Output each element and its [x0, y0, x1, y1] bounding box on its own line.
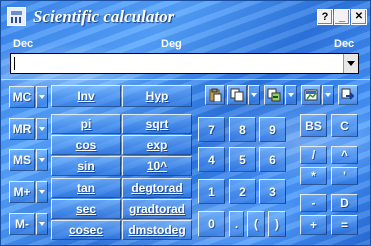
history-icon	[267, 88, 281, 102]
hyperbolic-button[interactable]: Hyp	[122, 85, 192, 107]
digit-7-button[interactable]: 7	[198, 117, 225, 142]
memory-add-button[interactable]: M+	[9, 181, 35, 203]
digit-9-button[interactable]: 9	[259, 117, 286, 142]
multiply-button[interactable]: *	[300, 167, 327, 185]
close-button[interactable]: ✕	[351, 9, 367, 25]
digit-8-button[interactable]: 8	[229, 117, 256, 142]
export-button[interactable]	[338, 85, 358, 105]
degrees-button[interactable]: D	[331, 194, 358, 212]
pi-button[interactable]: pi	[51, 114, 121, 134]
digit-1-button[interactable]: 1	[198, 179, 225, 204]
decimal-point-button[interactable]: .	[229, 211, 244, 237]
chart-dropdown[interactable]	[322, 85, 334, 105]
subtract-button[interactable]: -	[300, 194, 327, 212]
close-paren-button[interactable]: )	[268, 211, 286, 237]
memory-store-button[interactable]: MS	[9, 149, 35, 171]
sec-button[interactable]: sec	[51, 199, 121, 219]
power-button[interactable]: ^	[331, 146, 358, 164]
cosec-button[interactable]: cosec	[51, 220, 121, 240]
digit-0-button[interactable]: 0	[198, 211, 225, 237]
memory-subtract-dropdown[interactable]	[36, 213, 48, 235]
copy-button[interactable]	[227, 85, 247, 105]
help-button[interactable]: ?	[317, 9, 333, 25]
window-title: Scientific calculator	[33, 7, 175, 26]
chart-button[interactable]	[301, 85, 321, 105]
memory-recall-button[interactable]: MR	[9, 118, 35, 140]
display-history-dropdown[interactable]	[343, 54, 358, 73]
exp-button[interactable]: exp	[122, 135, 192, 155]
clear-button[interactable]: C	[331, 114, 358, 137]
open-paren-button[interactable]: (	[247, 211, 265, 237]
memory-clear-button[interactable]: MC	[9, 86, 35, 108]
digit-3-button[interactable]: 3	[259, 179, 286, 204]
output-base-mode[interactable]: Dec	[334, 38, 354, 50]
paste-button[interactable]	[205, 85, 225, 105]
sqrt-button[interactable]: sqrt	[122, 114, 192, 134]
memory-add-dropdown[interactable]	[36, 181, 48, 203]
chart-icon	[304, 89, 318, 101]
divide-button[interactable]: /	[300, 146, 327, 164]
digit-4-button[interactable]: 4	[198, 147, 225, 172]
dmstodeg-button[interactable]: dmstodeg	[122, 220, 192, 240]
memory-clear-dropdown[interactable]	[36, 86, 48, 108]
separator	[1, 79, 370, 80]
gradtorad-button[interactable]: gradtorad	[122, 199, 192, 219]
memory-store-dropdown[interactable]	[36, 149, 48, 171]
backspace-button[interactable]: BS	[300, 114, 327, 137]
tan-button[interactable]: tan	[51, 178, 121, 198]
history-dropdown[interactable]	[285, 85, 297, 105]
minimize-button[interactable]: _	[334, 9, 350, 25]
power-of-ten-button[interactable]: 10^	[122, 156, 192, 176]
equals-button[interactable]: =	[331, 215, 358, 235]
calculator-app-icon	[7, 7, 26, 26]
angle-mode[interactable]: Deg	[161, 38, 182, 50]
display-input[interactable]	[10, 53, 359, 74]
add-button[interactable]: +	[300, 215, 327, 235]
text-caret	[14, 57, 15, 70]
cos-button[interactable]: cos	[51, 135, 121, 155]
inverse-button[interactable]: Inv	[51, 85, 121, 107]
degtorad-button[interactable]: degtorad	[122, 178, 192, 198]
digit-2-button[interactable]: 2	[229, 179, 256, 204]
calculator-window: Scientific calculator ? _ ✕ Dec Deg Dec …	[0, 0, 371, 246]
copy-icon	[230, 88, 244, 102]
minutes-button[interactable]: '	[331, 167, 358, 185]
memory-subtract-button[interactable]: M-	[9, 213, 35, 235]
paste-icon	[209, 88, 222, 102]
title-bar: Scientific calculator ? _ ✕	[1, 1, 370, 31]
export-icon	[341, 88, 355, 100]
sin-button[interactable]: sin	[51, 156, 121, 176]
digit-5-button[interactable]: 5	[229, 147, 256, 172]
memory-recall-dropdown[interactable]	[36, 118, 48, 140]
digit-6-button[interactable]: 6	[259, 147, 286, 172]
copy-dropdown[interactable]	[248, 85, 260, 105]
number-base-mode[interactable]: Dec	[13, 38, 33, 50]
history-button[interactable]	[264, 85, 284, 105]
